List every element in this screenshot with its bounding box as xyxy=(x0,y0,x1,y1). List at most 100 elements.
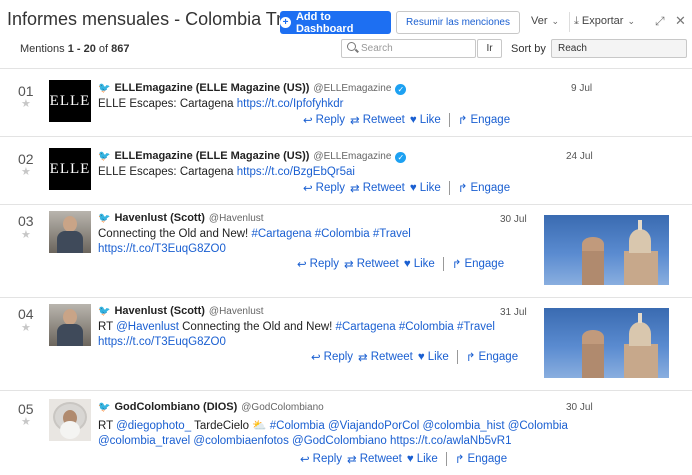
author-name[interactable]: Havenlust (Scott) xyxy=(114,212,204,224)
retweet-icon: ⇄ xyxy=(350,115,360,127)
retweet-button[interactable]: ⇄ Retweet xyxy=(347,452,402,466)
author-name[interactable]: ELLEmagazine (ELLE Magazine (US)) xyxy=(114,150,309,162)
author-name[interactable]: ELLEmagazine (ELLE Magazine (US)) xyxy=(114,82,309,94)
user-link[interactable]: @Havenlust xyxy=(116,321,179,333)
action-bar: ↩ Reply ⇄ Retweet ♥ Like ↱ Engage xyxy=(311,350,523,364)
mention-text: ELLE Escapes: Cartagena https://t.co/Ipf… xyxy=(98,97,343,112)
engage-button[interactable]: ↱ Engage xyxy=(466,350,518,364)
author-handle[interactable]: @Havenlust xyxy=(209,306,264,317)
star-icon[interactable]: ★ xyxy=(21,165,31,178)
author: 🐦 GodColombiano (DIOS) @GodColombiano xyxy=(98,401,324,413)
reply-button[interactable]: ↩ Reply xyxy=(311,350,353,364)
add-to-dashboard-button[interactable]: + Add to Dashboard xyxy=(280,10,391,35)
retweet-button[interactable]: ⇄ Retweet xyxy=(358,350,413,364)
text-segment: RT xyxy=(98,420,117,432)
like-button[interactable]: ♥ Like xyxy=(404,258,435,270)
avatar[interactable] xyxy=(49,399,91,441)
like-label: Like xyxy=(419,114,441,126)
mention-number: 04 xyxy=(18,306,34,322)
retweet-button[interactable]: ⇄ Retweet xyxy=(350,181,405,195)
view-dropdown[interactable]: Ver ⌄ xyxy=(531,15,559,27)
twitter-icon: 🐦 xyxy=(98,306,111,317)
tweet-link[interactable]: https://t.co/T3EuqG8ZO0 xyxy=(98,243,226,255)
like-button[interactable]: ♥ Like xyxy=(410,182,441,194)
hashtag-links[interactable]: #Cartagena #Colombia #Travel xyxy=(251,228,410,240)
hashtag-links[interactable]: #Cartagena #Colombia #Travel xyxy=(336,321,495,333)
star-icon[interactable]: ★ xyxy=(21,228,31,241)
user-link[interactable]: @diegophoto_ xyxy=(116,420,191,432)
author-name[interactable]: Havenlust (Scott) xyxy=(114,305,204,317)
avatar[interactable] xyxy=(49,304,91,346)
mention-item: 01 ★ ELLE 🐦 ELLEmagazine (ELLE Magazine (… xyxy=(0,68,692,136)
twitter-icon: 🐦 xyxy=(98,83,111,94)
user-links[interactable]: @colombia_travel @colombiaenfotos @GodCo… xyxy=(98,435,387,447)
thumbnail-shape xyxy=(624,344,658,378)
expand-icon[interactable]: ⤢ xyxy=(655,14,665,29)
retweet-icon: ⇄ xyxy=(347,454,357,466)
engage-button[interactable]: ↱ Engage xyxy=(458,181,510,195)
thumbnail-shape xyxy=(638,220,642,230)
like-label: Like xyxy=(419,182,441,194)
tweet-link[interactable]: https://t.co/Ipfofyhkdr xyxy=(237,98,344,110)
engage-label: Engage xyxy=(478,351,519,363)
author: 🐦 ELLEmagazine (ELLE Magazine (US)) @ELLEm… xyxy=(98,150,407,163)
author-handle[interactable]: @ELLEmagazine xyxy=(313,83,391,94)
retweet-button[interactable]: ⇄ Retweet xyxy=(344,257,399,271)
download-icon: ⤓ xyxy=(574,15,579,27)
like-button[interactable]: ♥ Like xyxy=(410,114,441,126)
reply-button[interactable]: ↩ Reply xyxy=(303,181,345,195)
author-name[interactable]: GodColombiano (DIOS) xyxy=(114,401,237,413)
hashtag-links[interactable]: #Colombia @ViajandoPorCol @colombia_hist… xyxy=(270,420,568,432)
close-icon[interactable]: ✕ xyxy=(675,13,686,29)
avatar-head xyxy=(63,309,77,325)
author-handle[interactable]: @Havenlust xyxy=(209,213,264,224)
star-icon[interactable]: ★ xyxy=(21,321,31,334)
engage-label: Engage xyxy=(467,453,508,465)
search-input[interactable]: Search xyxy=(341,39,476,58)
summarize-mentions-button[interactable]: Resumir las menciones xyxy=(396,11,520,34)
retweet-button[interactable]: ⇄ Retweet xyxy=(350,113,405,127)
avatar[interactable]: ELLE xyxy=(49,80,91,122)
tweet-link[interactable]: https://t.co/T3EuqG8ZO0 xyxy=(98,336,226,348)
count-range: 1 - 20 xyxy=(67,43,96,55)
avatar[interactable] xyxy=(49,211,91,253)
media-thumbnail[interactable] xyxy=(544,308,669,378)
like-button[interactable]: ♥ Like xyxy=(418,351,449,363)
tweet-link[interactable]: https://t.co/BzgEbQr5ai xyxy=(237,166,355,178)
engage-button[interactable]: ↱ Engage xyxy=(458,113,510,127)
reply-label: Reply xyxy=(312,453,343,465)
star-icon[interactable]: ★ xyxy=(21,415,31,428)
like-button[interactable]: ♥ Like xyxy=(407,453,438,465)
retweet-label: Retweet xyxy=(362,182,405,194)
chevron-down-icon: ⌄ xyxy=(627,16,635,26)
share-arrow-icon: ↱ xyxy=(457,115,468,127)
star-icon[interactable]: ★ xyxy=(21,97,31,110)
reply-button[interactable]: ↩ Reply xyxy=(303,113,345,127)
text-segment: RT xyxy=(98,321,117,333)
reply-label: Reply xyxy=(309,258,340,270)
reply-icon: ↩ xyxy=(303,183,313,195)
avatar-body xyxy=(57,231,83,253)
export-dropdown[interactable]: ⤓ Exportar ⌄ xyxy=(574,15,635,28)
mention-date: 30 Jul xyxy=(500,214,527,225)
engage-button[interactable]: ↱ Engage xyxy=(452,257,504,271)
tweet-link[interactable]: https://t.co/awlaNb5vR1 xyxy=(390,435,511,447)
engage-button[interactable]: ↱ Engage xyxy=(455,452,507,466)
author-handle[interactable]: @GodColombiano xyxy=(241,402,323,413)
reply-button[interactable]: ↩ Reply xyxy=(297,257,339,271)
text-segment: Connecting the Old and New! xyxy=(178,321,336,333)
author-handle[interactable]: @ELLEmagazine xyxy=(313,151,391,162)
media-thumbnail[interactable] xyxy=(544,215,669,285)
share-arrow-icon: ↱ xyxy=(454,454,465,466)
avatar[interactable]: ELLE xyxy=(49,148,91,190)
text-segment: ELLE Escapes: Cartagena xyxy=(98,166,237,178)
add-to-dashboard-label: Add to Dashboard xyxy=(295,10,354,35)
go-button[interactable]: Ir xyxy=(477,39,502,58)
thumbnail-shape xyxy=(582,247,604,285)
action-bar: ↩ Reply ⇄ Retweet ♥ Like ↱ Engage xyxy=(300,452,512,466)
heart-icon: ♥ xyxy=(409,182,417,194)
count-total: 867 xyxy=(111,43,130,55)
twitter-icon: 🐦 xyxy=(98,213,111,224)
reply-button[interactable]: ↩ Reply xyxy=(300,452,342,466)
sort-select[interactable]: Reach xyxy=(551,39,687,58)
